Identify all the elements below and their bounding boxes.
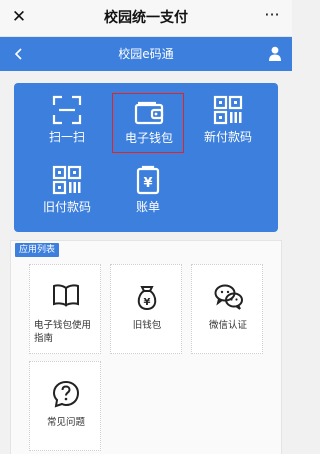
page-title: 校园统一支付 — [104, 10, 188, 26]
qr-code-icon — [213, 95, 243, 125]
wallet-label: 电子钱包 — [124, 131, 173, 145]
scan-button[interactable]: 扫一扫 — [31, 93, 103, 153]
svg-text:¥: ¥ — [143, 176, 152, 191]
money-bag-icon: ¥ — [137, 286, 157, 311]
old-pay-code-label: 旧付款码 — [42, 200, 91, 214]
question-icon — [52, 380, 80, 408]
old-pay-code-button[interactable]: 旧付款码 — [31, 163, 103, 223]
app-title: 校园e码通 — [118, 47, 174, 61]
app-list-section: 应用列表 电子钱包使用指南 ¥ 旧钱包 微信认证 常见问题 — [10, 240, 282, 454]
wechat-icon — [214, 284, 243, 310]
bill-icon: ¥ — [136, 165, 160, 195]
old-wallet-card[interactable]: ¥ 旧钱包 — [110, 264, 182, 354]
book-icon — [53, 284, 79, 307]
more-options-icon[interactable]: ··· — [260, 6, 284, 28]
app-header: 校园e码通 — [0, 37, 292, 71]
wechat-title-bar: ✕ 校园统一支付 ··· — [0, 0, 292, 37]
qr-code-icon — [52, 165, 82, 195]
wechat-auth-card[interactable]: 微信认证 — [191, 264, 263, 354]
old-wallet-label: 旧钱包 — [132, 320, 162, 331]
user-icon[interactable] — [268, 46, 282, 62]
svg-text:¥: ¥ — [144, 297, 151, 308]
wechat-auth-label: 微信认证 — [208, 320, 247, 331]
new-pay-code-label: 新付款码 — [203, 130, 252, 144]
wallet-guide-label: 电子钱包使用指南 — [34, 320, 92, 344]
bill-button[interactable]: ¥ 账单 — [112, 163, 184, 223]
wallet-icon — [134, 101, 164, 125]
chevron-left-icon[interactable] — [9, 42, 31, 66]
scan-icon — [52, 95, 82, 125]
wallet-button[interactable]: 电子钱包 — [112, 93, 184, 153]
faq-card[interactable]: 常见问题 — [29, 361, 101, 451]
bill-label: 账单 — [135, 200, 160, 214]
new-pay-code-button[interactable]: 新付款码 — [192, 93, 264, 153]
section-badge: 应用列表 — [15, 243, 60, 257]
faq-label: 常见问题 — [46, 417, 85, 428]
wallet-guide-card[interactable]: 电子钱包使用指南 — [29, 264, 101, 354]
scan-label: 扫一扫 — [48, 130, 85, 144]
quick-actions-panel: 扫一扫 电子钱包 新付款码 旧付款码 ¥ 账单 — [14, 83, 278, 232]
close-icon[interactable]: ✕ — [8, 6, 30, 28]
